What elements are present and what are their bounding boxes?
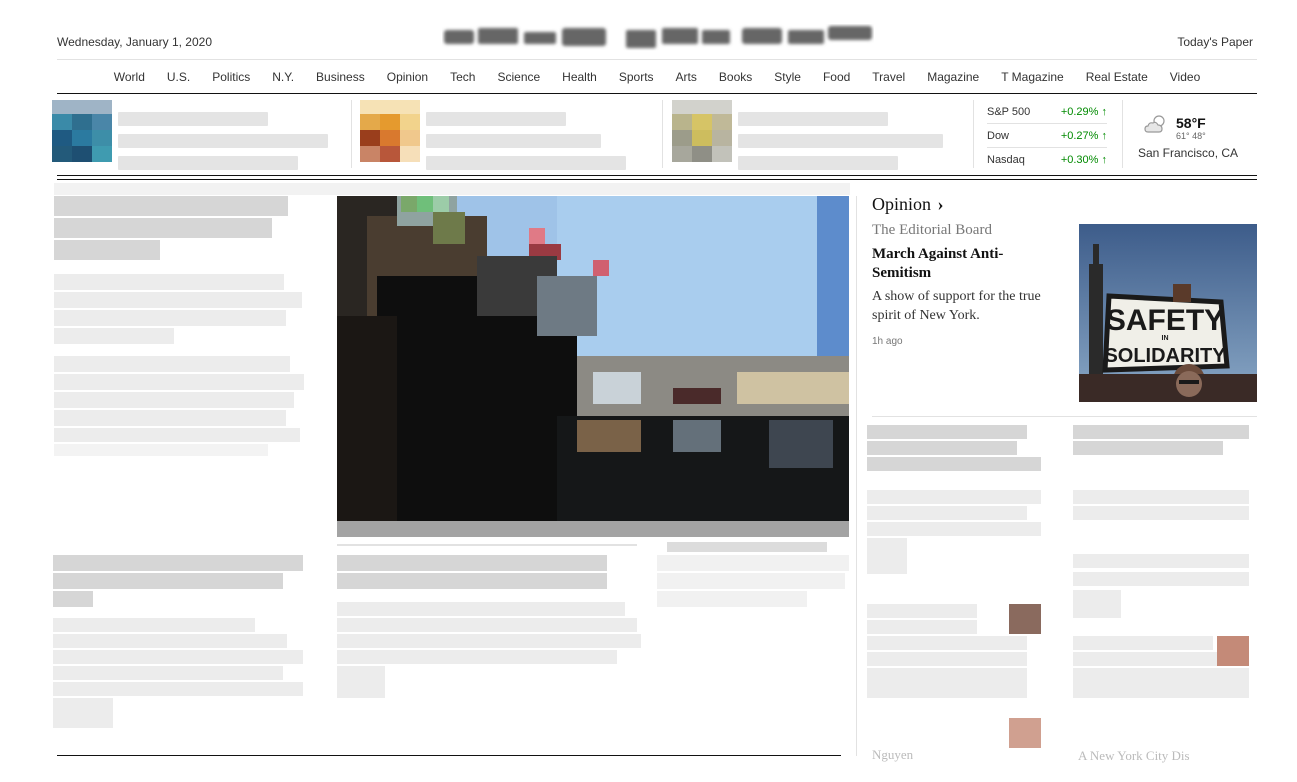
opinion-timestamp: 1h ago [872,336,903,347]
chevron-right-icon: › [937,194,944,214]
market-name: S&P 500 [987,105,1031,118]
nav-item-travel[interactable]: Travel [872,70,905,84]
column-divider [856,196,857,756]
arrow-up-icon: ↑ [1101,154,1108,166]
nav-item-video[interactable]: Video [1170,70,1200,84]
bottom-divider [57,755,841,756]
opinion-byline: The Editorial Board [872,222,992,238]
opinion-label: Opinion [872,194,932,214]
weather-range: 61° 48° [1176,131,1206,141]
section-nav: World U.S. Politics N.Y. Business Opinio… [57,59,1257,94]
bottom-story-fragment: Nguyen [872,747,914,762]
nav-item-politics[interactable]: Politics [212,70,250,84]
partly-cloudy-icon [1144,115,1165,133]
nav-item-science[interactable]: Science [497,70,540,84]
market-row: Dow +0.27% ↑ [987,124,1107,148]
briefing-card[interactable] [360,98,645,170]
sign-text: IN [1162,335,1169,342]
section-divider [57,175,1257,180]
briefing-thumbnail [360,100,420,162]
opinion-divider [872,416,1257,417]
briefing-card[interactable] [52,98,347,170]
date-label: Wednesday, January 1, 2020 [57,35,212,49]
market-name: Dow [987,129,1010,142]
bottom-story-fragment: A New York City Dis [1078,748,1190,763]
sign-text: SAFETY [1106,304,1224,337]
arrow-up-icon: ↑ [1101,129,1108,142]
nav-item-ny[interactable]: N.Y. [272,70,294,84]
briefing-thumbnail [672,100,732,162]
arrow-up-icon: ↑ [1101,105,1108,118]
nav-item-business[interactable]: Business [316,70,365,84]
market-row: S&P 500 +0.29% ↑ [987,100,1107,124]
nav-item-magazine[interactable]: Magazine [927,70,979,84]
sign-text: SOLIDARITY [1104,345,1226,367]
weather-temp: 58°F [1176,115,1206,131]
nav-item-real-estate[interactable]: Real Estate [1086,70,1148,84]
briefing-bar: S&P 500 +0.29% ↑ Dow +0.27% ↑ Nasdaq +0.… [52,98,1257,176]
nav-item-opinion[interactable]: Opinion [387,70,428,84]
opinion-section-link[interactable]: Opinion › [872,194,944,215]
briefing-card[interactable] [672,98,962,170]
nav-item-health[interactable]: Health [562,70,597,84]
nav-item-food[interactable]: Food [823,70,850,84]
opinion-headline[interactable]: March Against Anti-Semitism [872,245,1062,283]
markets-widget[interactable]: S&P 500 +0.29% ↑ Dow +0.27% ↑ Nasdaq +0.… [987,100,1107,172]
nav-item-books[interactable]: Books [719,70,752,84]
opinion-photo[interactable]: SAFETY IN SOLIDARITY [1079,224,1257,402]
nav-item-style[interactable]: Style [774,70,801,84]
lead-photo[interactable] [337,196,849,537]
market-name: Nasdaq [987,154,1025,166]
newspaper-logo[interactable] [442,24,874,52]
todays-paper-link[interactable]: Today's Paper [1177,35,1253,49]
opinion-summary: A show of support for the true spirit of… [872,289,1041,323]
market-change: +0.27% ↑ [1060,129,1108,142]
nav-item-world[interactable]: World [114,70,145,84]
nav-item-us[interactable]: U.S. [167,70,190,84]
nav-item-arts[interactable]: Arts [676,70,697,84]
market-change: +0.30% ↑ [1060,154,1108,166]
briefing-thumbnail [52,100,112,162]
market-change: +0.29% ↑ [1060,105,1108,118]
market-row: Nasdaq +0.30% ↑ [987,148,1107,172]
nav-item-t-magazine[interactable]: T Magazine [1001,70,1063,84]
nav-item-sports[interactable]: Sports [619,70,654,84]
weather-location: San Francisco, CA [1138,146,1239,160]
nav-item-tech[interactable]: Tech [450,70,475,84]
